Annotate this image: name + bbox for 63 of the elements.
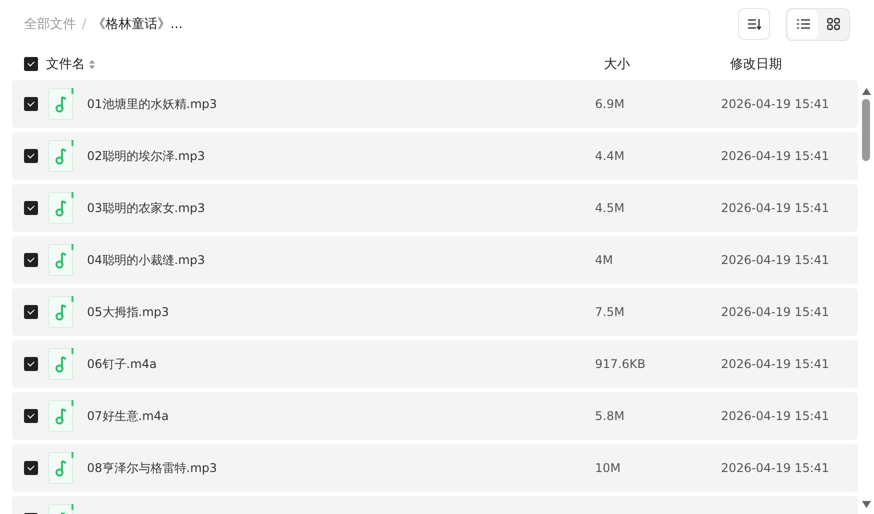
row-checkbox[interactable] (24, 97, 38, 111)
row-checkbox[interactable] (24, 305, 38, 319)
file-size: 5.8M (595, 409, 626, 423)
file-size: 4M (595, 253, 614, 267)
music-file-icon (48, 140, 74, 172)
scroll-down-icon[interactable] (862, 501, 870, 508)
list-icon (796, 19, 810, 29)
row-checkbox[interactable] (24, 149, 38, 163)
file-name: 03聪明的农家女.mp3 (87, 200, 206, 216)
sort-arrows-icon[interactable] (89, 58, 95, 70)
file-size: 10M (595, 461, 622, 475)
modified-date: 2026-04-19 15:41 (721, 305, 830, 319)
music-file-icon (48, 296, 74, 328)
file-size: 917.6KB (595, 357, 646, 371)
file-name: 06钉子.m4a (87, 356, 158, 372)
list-view-button[interactable] (788, 10, 818, 38)
row-checkbox[interactable] (24, 461, 38, 475)
sort-button[interactable] (738, 8, 770, 40)
file-size: 4.5M (595, 201, 626, 215)
music-file-icon (48, 244, 74, 276)
file-name: 08亨泽尔与格雷特.mp3 (87, 460, 218, 476)
music-file-icon (48, 88, 74, 120)
file-name: 02聪明的埃尔泽.mp3 (87, 148, 206, 164)
file-name: 01池塘里的水妖精.mp3 (87, 96, 218, 112)
file-row[interactable]: 06钉子.m4a 917.6KB 2026-04-19 15:41 (12, 340, 858, 388)
row-checkbox[interactable] (24, 253, 38, 267)
modified-date: 2026-04-19 15:41 (721, 97, 830, 111)
select-all-checkbox[interactable] (24, 57, 38, 71)
music-file-icon (48, 348, 74, 380)
grid-icon (826, 18, 840, 30)
music-file-icon (48, 400, 74, 432)
column-header[interactable]: 文件名 (46, 55, 85, 73)
file-row[interactable]: 07好生意.m4a 5.8M 2026-04-19 15:41 (12, 392, 858, 440)
file-row[interactable]: 03聪明的农家女.mp3 4.5M 2026-04-19 15:41 (12, 184, 858, 232)
file-row[interactable]: 01池塘里的水妖精.mp3 6.9M 2026-04-19 15:41 (12, 80, 858, 128)
file-row[interactable]: 04聪明的小裁缝.mp3 4M 2026-04-19 15:41 (12, 236, 858, 284)
music-file-icon (48, 452, 74, 484)
modified-date: 2026-04-19 15:41 (721, 461, 830, 475)
scroll-up-icon[interactable] (862, 88, 870, 95)
modified-date: 2026-04-19 15:41 (721, 357, 830, 371)
column-header[interactable]: 大小 (604, 55, 730, 73)
row-checkbox[interactable] (24, 357, 38, 371)
file-name: 04聪明的小裁缝.mp3 (87, 252, 206, 268)
sort-icon (747, 18, 761, 30)
modified-date: 2026-04-19 15:41 (721, 201, 830, 215)
file-row[interactable]: 05大拇指.mp3 7.5M 2026-04-19 15:41 (12, 288, 858, 336)
file-name: 05大拇指.mp3 (87, 304, 170, 320)
row-checkbox[interactable] (24, 201, 38, 215)
breadcrumb-current: 《格林童话》... (92, 16, 183, 33)
modified-date: 2026-04-19 15:41 (721, 409, 830, 423)
file-size: 6.9M (595, 97, 626, 111)
file-size: 4.4M (595, 149, 626, 163)
column-header[interactable]: 修改日期 (730, 55, 782, 73)
modified-date: 2026-04-19 15:41 (721, 149, 830, 163)
file-row[interactable]: 08亨泽尔与格雷特.mp3 10M 2026-04-19 15:41 (12, 444, 858, 492)
breadcrumb-separator: / (82, 16, 86, 32)
scrollbar-thumb[interactable] (862, 99, 870, 161)
file-name: 07好生意.m4a (87, 408, 170, 424)
music-file-icon (48, 192, 74, 224)
row-checkbox[interactable] (24, 409, 38, 423)
file-size: 7.5M (595, 305, 626, 319)
modified-date: 2026-04-19 15:41 (721, 253, 830, 267)
file-row[interactable]: 02聪明的埃尔泽.mp3 4.4M 2026-04-19 15:41 (12, 132, 858, 180)
